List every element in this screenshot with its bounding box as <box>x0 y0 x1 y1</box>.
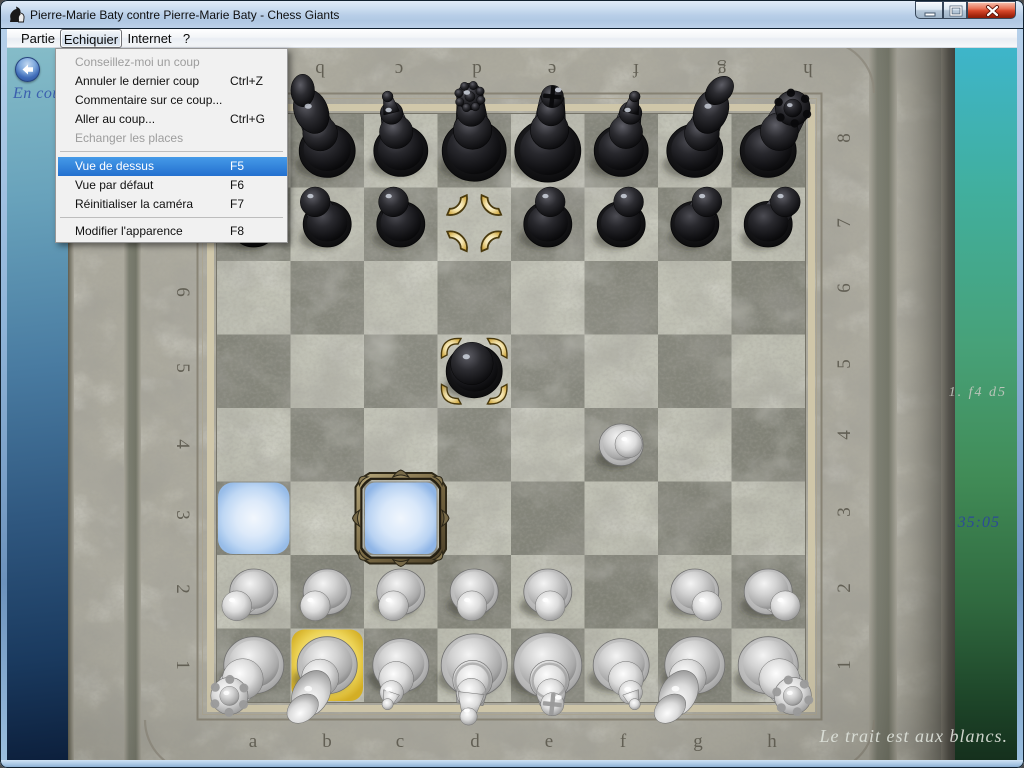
svg-text:b: b <box>315 59 325 80</box>
svg-text:b: b <box>322 731 332 752</box>
svg-text:h: h <box>803 59 813 80</box>
svg-text:1: 1 <box>834 660 855 670</box>
svg-text:d: d <box>470 731 480 752</box>
svg-text:a: a <box>249 731 258 752</box>
svg-text:h: h <box>767 731 777 752</box>
svg-text:8: 8 <box>834 133 855 143</box>
svg-text:3: 3 <box>172 510 193 520</box>
svg-text:c: c <box>395 59 403 80</box>
svg-text:e: e <box>545 731 553 752</box>
svg-text:6: 6 <box>834 283 855 293</box>
svg-text:2: 2 <box>834 583 855 593</box>
svg-text:f: f <box>620 731 627 752</box>
svg-text:d: d <box>472 59 482 80</box>
svg-text:6: 6 <box>172 287 193 297</box>
svg-text:3: 3 <box>834 507 855 517</box>
svg-text:e: e <box>548 59 556 80</box>
svg-text:c: c <box>396 731 404 752</box>
svg-text:5: 5 <box>172 363 193 373</box>
svg-text:2: 2 <box>172 584 193 594</box>
svg-text:1: 1 <box>172 660 193 670</box>
svg-text:7: 7 <box>834 218 855 228</box>
svg-text:g: g <box>693 731 703 752</box>
svg-text:4: 4 <box>172 439 193 449</box>
svg-text:5: 5 <box>834 359 855 369</box>
svg-text:4: 4 <box>834 430 855 440</box>
svg-text:f: f <box>632 59 639 80</box>
